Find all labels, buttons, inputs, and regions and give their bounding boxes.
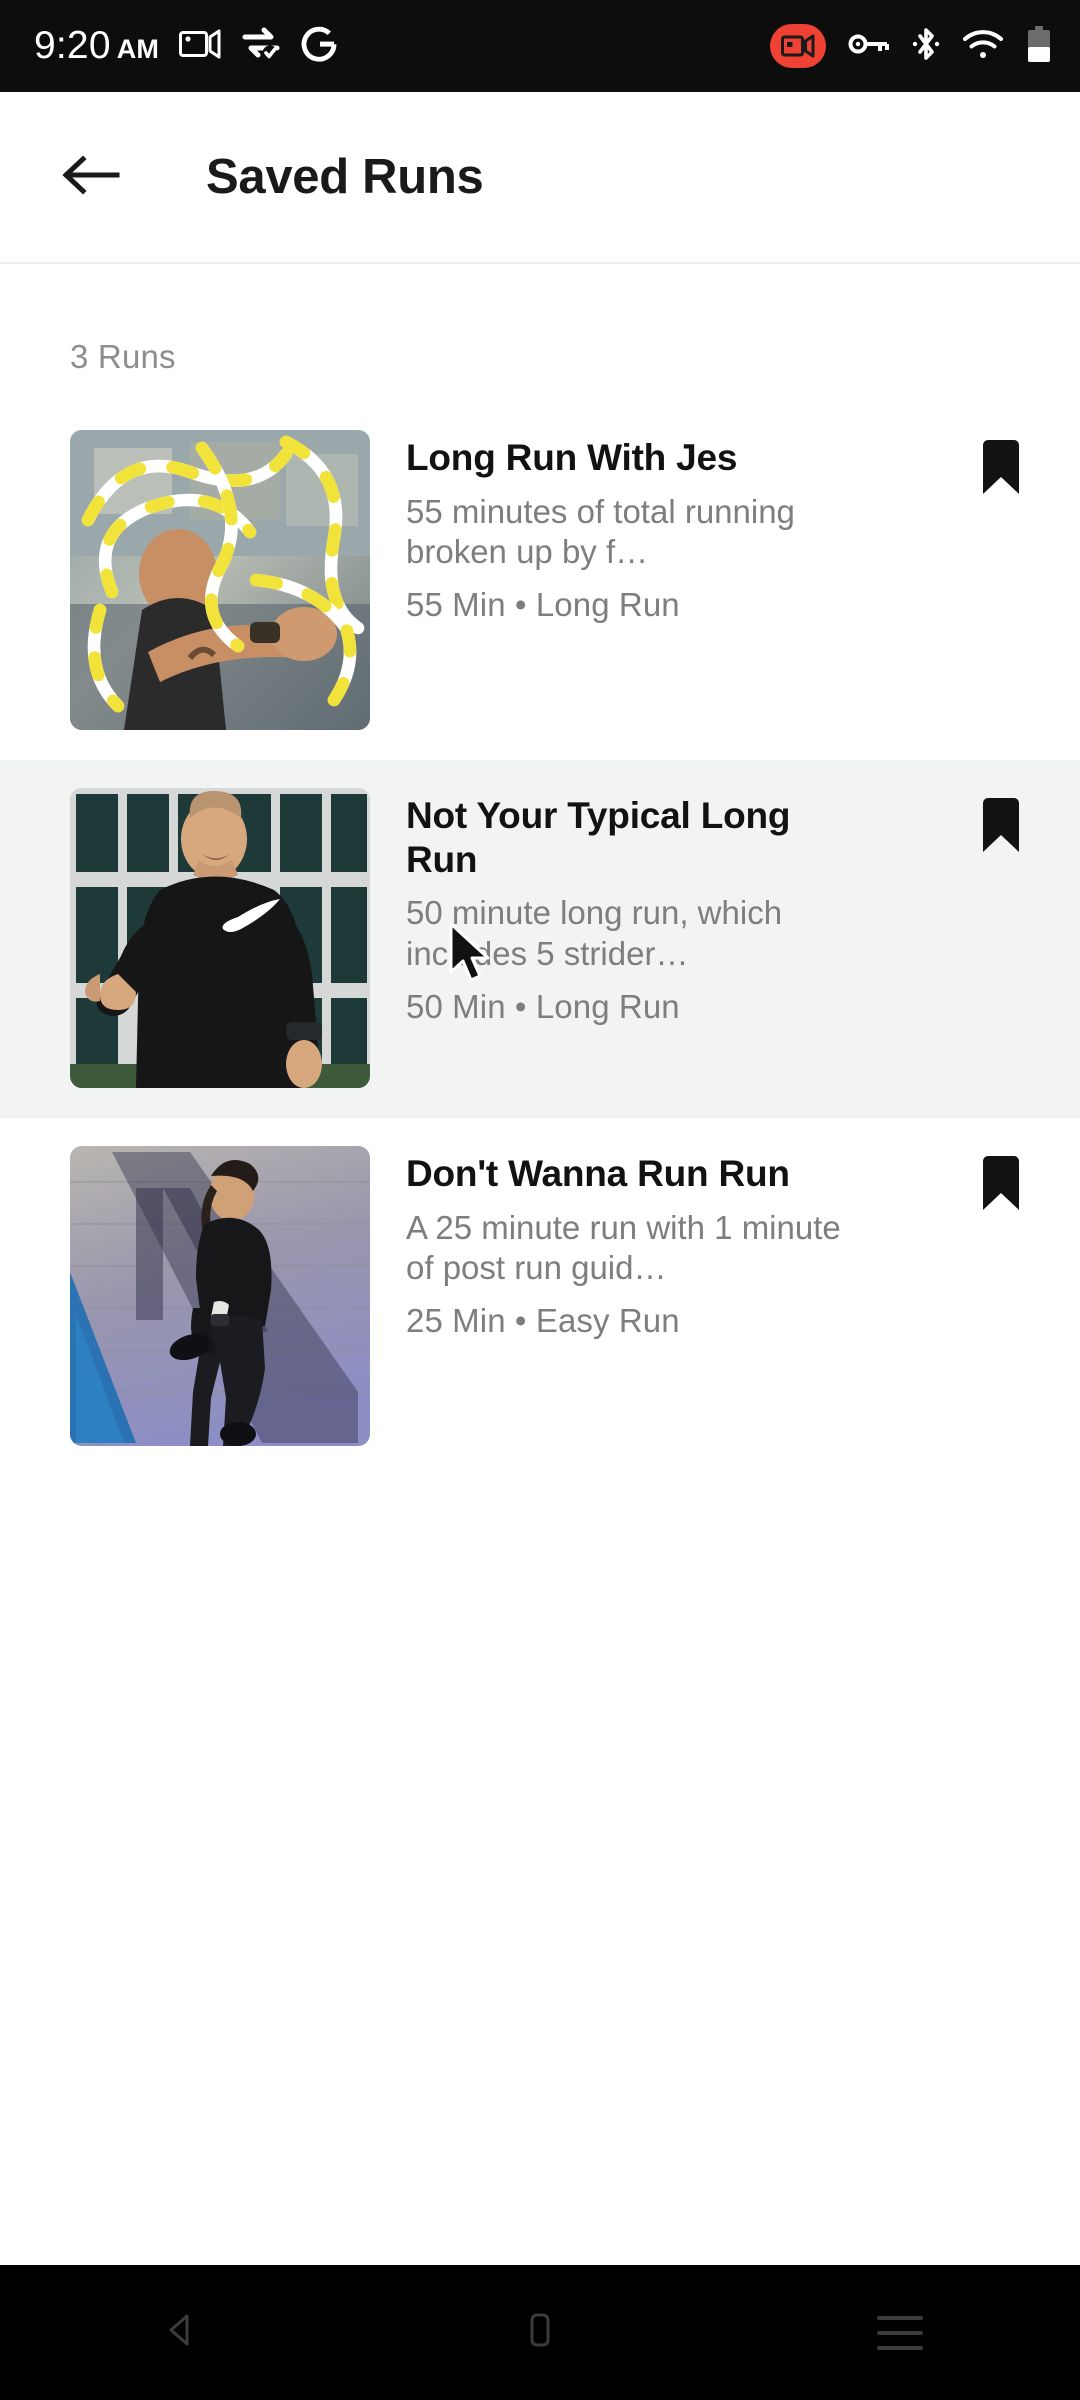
run-list-item[interactable]: Don't Wanna Run Run A 25 minute run with…: [0, 1118, 1080, 1476]
bookmark-button[interactable]: [958, 1146, 1044, 1240]
app-bar: Saved Runs: [0, 92, 1080, 264]
video-camera-icon: [179, 28, 221, 65]
home-nav-button[interactable]: [455, 2265, 625, 2400]
run-info: Not Your Typical Long Run 50 minute long…: [370, 788, 958, 1026]
data-transfer-check-icon: [241, 26, 281, 67]
screen-record-icon: [770, 24, 826, 68]
status-bar-right: [770, 24, 1052, 68]
run-list-item[interactable]: Not Your Typical Long Run 50 minute long…: [0, 760, 1080, 1118]
bookmark-button[interactable]: [958, 788, 1044, 882]
run-description: 55 minutes of total running broken up by…: [406, 492, 795, 570]
saved-runs-list: 3 Runs Long Run With Jes 55 minutes of t…: [0, 264, 1080, 1476]
bookmark-filled-icon: [978, 796, 1024, 859]
run-meta: 50 Min • Long Run: [406, 987, 680, 1025]
run-count-label: 3 Runs: [70, 338, 176, 375]
thumbnail-image-1: [70, 430, 370, 730]
status-bar-left: 9:20 AM: [34, 24, 337, 68]
battery-icon: [1026, 25, 1052, 68]
hamburger-recents-icon: [877, 2315, 923, 2350]
bluetooth-icon: [912, 25, 940, 68]
vpn-key-icon: [848, 32, 890, 61]
run-info: Long Run With Jes 55 minutes of total ru…: [370, 430, 958, 624]
back-nav-button[interactable]: [95, 2265, 265, 2400]
run-thumbnail[interactable]: [70, 430, 370, 730]
run-thumbnail[interactable]: [70, 788, 370, 1088]
status-bar-clock: 9:20 AM: [34, 24, 159, 68]
run-info: Don't Wanna Run Run A 25 minute run with…: [370, 1146, 958, 1340]
page-title: Saved Runs: [206, 150, 484, 204]
back-button[interactable]: [54, 140, 128, 214]
run-list-item[interactable]: Long Run With Jes 55 minutes of total ru…: [0, 402, 1080, 760]
run-meta: 25 Min • Easy Run: [406, 1302, 680, 1340]
thumbnail-image-2: [70, 788, 370, 1088]
bookmark-button[interactable]: [958, 430, 1044, 524]
google-g-icon: [301, 26, 337, 67]
clock-ampm: AM: [116, 34, 160, 64]
run-title: Long Run With Jes: [406, 437, 738, 478]
home-square-icon: [517, 2307, 563, 2358]
system-navigation-bar: [0, 2265, 1080, 2400]
bookmark-filled-icon: [978, 1154, 1024, 1217]
run-meta: 55 Min • Long Run: [406, 586, 680, 624]
bookmark-filled-icon: [978, 438, 1024, 501]
wifi-icon: [962, 28, 1004, 65]
status-bar: 9:20 AM: [0, 0, 1080, 92]
arrow-left-icon: [61, 151, 121, 204]
thumbnail-image-3: [70, 1146, 370, 1446]
run-description: A 25 minute run with 1 minute of post ru…: [406, 1208, 841, 1286]
triangle-back-icon: [157, 2307, 203, 2358]
run-description: 50 minute long run, which includes 5 str…: [406, 894, 783, 972]
run-thumbnail[interactable]: [70, 1146, 370, 1446]
run-title: Not Your Typical Long Run: [406, 795, 791, 880]
clock-time: 9:20: [34, 24, 111, 67]
recents-nav-button[interactable]: [815, 2265, 985, 2400]
run-title: Don't Wanna Run Run: [406, 1153, 790, 1194]
